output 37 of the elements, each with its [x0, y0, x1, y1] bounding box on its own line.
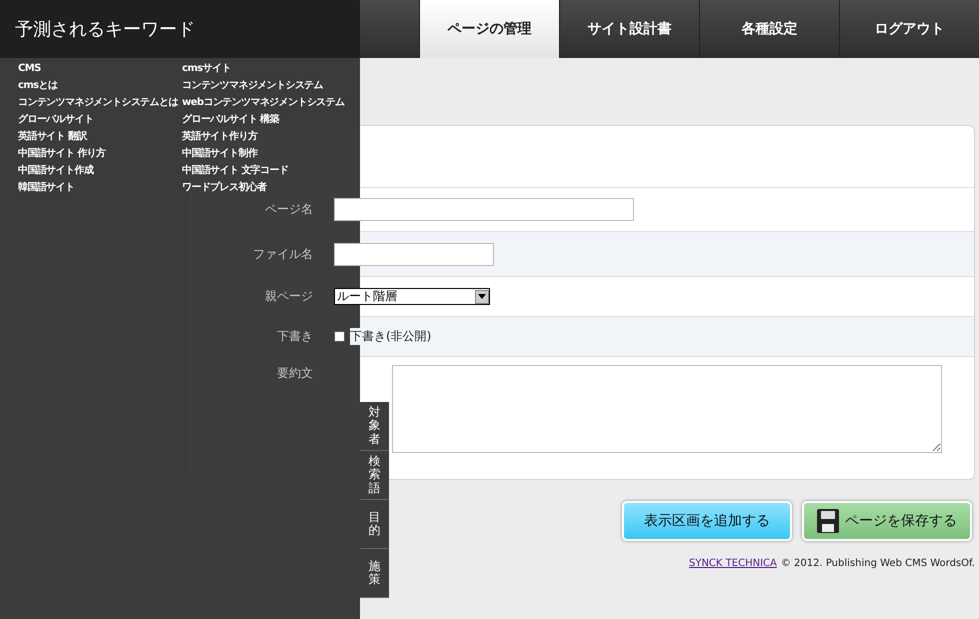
field-label: 要約文 — [276, 365, 313, 382]
parent-page-select[interactable]: ルート階層 — [334, 288, 490, 305]
add-section-button[interactable]: 表示区画を追加する — [622, 501, 792, 541]
keyword-link[interactable]: 韓国語サイト — [18, 179, 74, 196]
keyword-link[interactable]: 英語サイト作り方 — [182, 128, 258, 145]
copyright-text: © 2012. Publishing Web CMS WordsOf. — [780, 558, 975, 569]
company-link[interactable]: SYNCK TECHNICA — [689, 558, 777, 569]
keyword-link[interactable]: cmsとは — [18, 77, 58, 94]
side-tab[interactable]: 検索語 — [360, 451, 389, 500]
keyword-link[interactable]: ワードプレス初心者 — [182, 179, 267, 196]
field-label: 下書き — [276, 328, 313, 345]
keyword-link[interactable]: 英語サイト 翻訳 — [18, 128, 87, 145]
keyword-link[interactable]: グローバルサイト 構築 — [182, 111, 279, 128]
field-label: 親ページ — [264, 288, 313, 305]
checkbox[interactable] — [334, 331, 345, 342]
save-page-button[interactable]: ページを保存する — [802, 501, 972, 541]
nav-tab[interactable]: ページの管理 — [419, 0, 559, 58]
keyword-link[interactable]: 中国語サイト作成 — [18, 162, 94, 179]
text-input[interactable] — [334, 198, 634, 221]
field-label: ページ名 — [264, 201, 313, 218]
keyword-link[interactable]: 中国語サイト 文字コード — [182, 162, 288, 179]
checkbox-label: 下書き(非公開) — [350, 328, 432, 345]
keyword-link[interactable]: コンテンツマネジメントシステム — [182, 77, 324, 94]
keyword-link[interactable]: グローバルサイト — [18, 111, 94, 128]
side-tab[interactable]: 対象者 — [360, 402, 389, 451]
keyword-link[interactable]: 中国語サイト制作 — [182, 145, 258, 162]
keyword-link[interactable]: 中国語サイト 作り方 — [18, 145, 106, 162]
summary-textarea[interactable] — [392, 365, 942, 453]
side-tab[interactable]: 施策 — [360, 549, 389, 598]
side-tab[interactable]: 目的 — [360, 500, 389, 549]
keyword-link[interactable]: cmsサイト — [182, 60, 231, 77]
keyword-link[interactable]: webコンテンツマネジメントシステム — [182, 94, 344, 111]
keyword-link[interactable]: コンテンツマネジメントシステムとは — [18, 94, 178, 111]
field-label: ファイル名 — [252, 246, 313, 262]
text-input[interactable] — [334, 242, 494, 266]
panel-title: 予測されるキーワード — [15, 18, 195, 41]
keyword-link[interactable]: CMS — [18, 60, 41, 77]
